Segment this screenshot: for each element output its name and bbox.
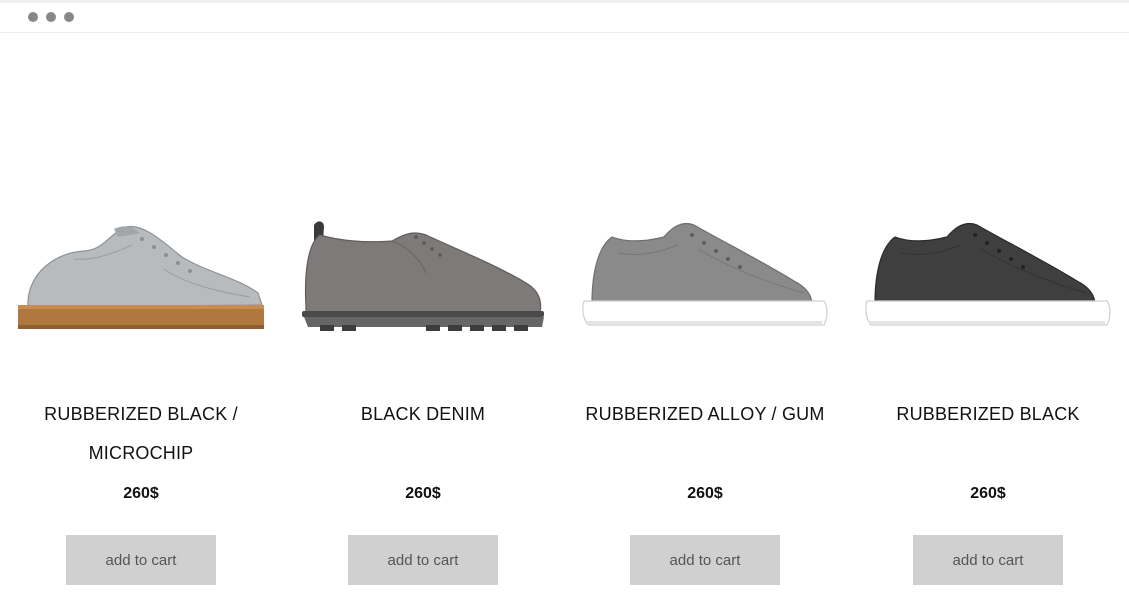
product-price: 260$ [123,485,159,502]
product-grid: RUBBERIZED BLACK / MICROCHIP 260$ add to… [0,33,1129,615]
product-name[interactable]: RUBBERIZED ALLOY / GUM [574,395,836,434]
product-name[interactable]: RUBBERIZED BLACK [857,395,1119,434]
product-image-light-grey-sneaker[interactable] [14,213,268,343]
window-dot[interactable] [64,12,74,22]
window-controls [28,12,74,22]
product-card: RUBBERIZED BLACK 260$ add to cart [847,33,1129,615]
product-price: 260$ [970,485,1006,502]
add-to-cart-button[interactable]: add to cart [630,535,780,585]
dark-felt-sneaker-icon [865,222,1111,326]
product-name[interactable]: BLACK DENIM [292,395,554,434]
window-dot[interactable] [46,12,56,22]
product-image-grey-felt-sneaker[interactable] [578,213,832,343]
product-name[interactable]: RUBBERIZED BLACK / MICROCHIP [10,395,272,473]
window-dot[interactable] [28,12,38,22]
browser-toolbar [0,0,1129,33]
product-card: RUBBERIZED ALLOY / GUM 260$ add to cart [564,33,846,615]
add-to-cart-button[interactable]: add to cart [913,535,1063,585]
product-card: BLACK DENIM 260$ add to cart [282,33,564,615]
derby-shoe-icon [302,221,544,331]
product-image-dark-felt-sneaker[interactable] [861,213,1115,343]
sneaker-gum-sole-icon [18,225,264,329]
product-price: 260$ [687,485,723,502]
add-to-cart-button[interactable]: add to cart [66,535,216,585]
add-to-cart-button[interactable]: add to cart [348,535,498,585]
felt-sneaker-icon [582,222,828,326]
product-image-grey-derby[interactable] [296,213,550,343]
product-card: RUBBERIZED BLACK / MICROCHIP 260$ add to… [0,33,282,615]
product-price: 260$ [405,485,441,502]
